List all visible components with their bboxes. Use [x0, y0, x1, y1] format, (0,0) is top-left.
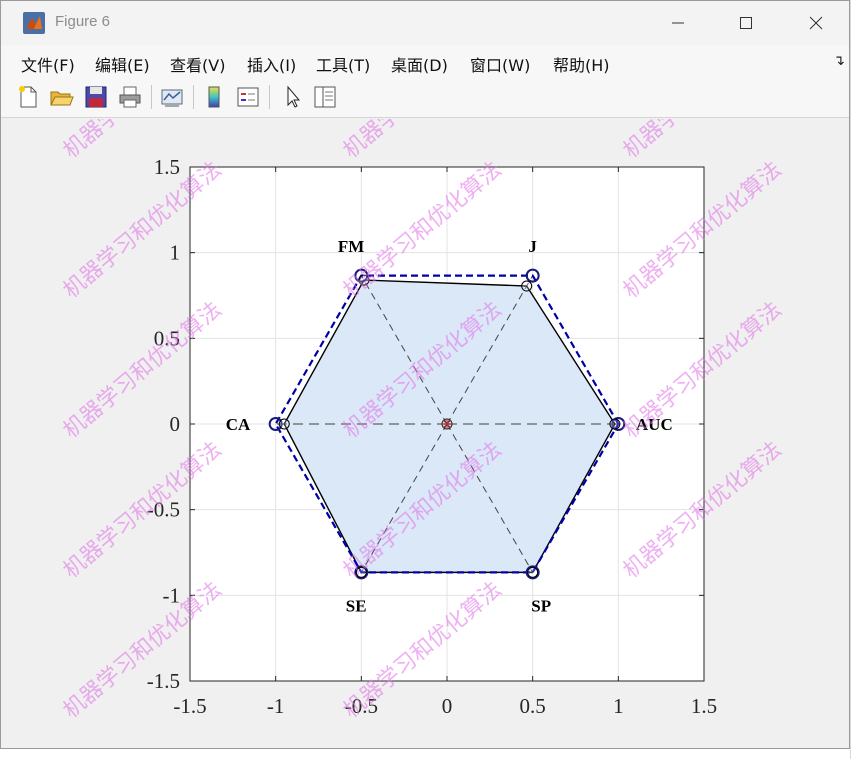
data-point [521, 280, 533, 292]
menu-help[interactable]: 帮助(H) [553, 52, 610, 76]
y-tick-label: 1.5 [154, 155, 180, 179]
center-star [442, 419, 452, 429]
menu-insert[interactable]: 插入(I) [247, 52, 296, 76]
pointer-icon[interactable] [280, 84, 306, 110]
toolbar-separator [151, 85, 152, 109]
title-bar[interactable]: Figure 6 [1, 1, 849, 45]
menu-edit[interactable]: 编辑(E) [95, 52, 150, 76]
data-point [527, 566, 539, 578]
x-tick-label: 1 [613, 694, 624, 718]
data-point [278, 418, 290, 430]
menu-desktop[interactable]: 桌面(D) [391, 52, 448, 76]
figure-window: Figure 6 文件(F) 编辑(E) 查看(V) 插入(I) 工具(T) 桌… [0, 0, 850, 749]
close-button[interactable] [793, 7, 839, 39]
menu-tools[interactable]: 工具(T) [316, 52, 370, 76]
menu-bar: 文件(F) 编辑(E) 查看(V) 插入(I) 工具(T) 桌面(D) 窗口(W… [1, 45, 849, 79]
matlab-icon [23, 12, 45, 34]
menu-view[interactable]: 查看(V) [170, 52, 225, 76]
x-tick-label: 0 [442, 694, 453, 718]
minimize-button[interactable] [655, 7, 701, 39]
radar-chart: AUCJFMCASE SP-1.5 -1 -0.5 0 0.5 1 1.51.510.50-0… [58, 16, 786, 722]
open-icon[interactable] [48, 84, 74, 110]
radar-axis-label: FM [338, 237, 364, 256]
menu-window[interactable]: 窗口(W) [470, 52, 530, 76]
print-icon[interactable] [117, 84, 143, 110]
colorbar-icon[interactable] [201, 84, 227, 110]
toolbar-separator [269, 85, 270, 109]
legend-icon[interactable] [235, 84, 261, 110]
figure-toolbar [1, 79, 849, 118]
background-window-edge [850, 0, 862, 759]
close-icon [809, 16, 823, 30]
window-title: Figure 6 [55, 13, 111, 30]
watermark-text: 机器学习和优化算法 [338, 119, 506, 163]
y-tick-label: -1.5 [147, 669, 180, 693]
minimize-icon [672, 22, 684, 24]
watermark-text: 机器学习和优化算法 [618, 119, 786, 163]
property-inspector-icon[interactable] [312, 84, 338, 110]
maximize-icon [740, 17, 752, 29]
menu-file[interactable]: 文件(F) [21, 52, 75, 76]
radar-axis-label: CA [226, 415, 251, 434]
new-figure-icon[interactable] [15, 84, 41, 110]
link-plot-icon[interactable] [159, 84, 185, 110]
x-tick-label: -1.5 [173, 694, 206, 718]
save-icon[interactable] [83, 84, 109, 110]
radar-axis-label: SP [531, 597, 551, 616]
maximize-button[interactable] [723, 7, 769, 39]
watermark-text: 机器学习和优化算法 [58, 119, 226, 163]
x-tick-label: -1 [267, 694, 285, 718]
dock-arrow-icon[interactable]: ↴ [833, 53, 845, 69]
radar-axis-label: SE [346, 597, 367, 616]
radar-axis-label: J [528, 237, 537, 256]
y-tick-label: 1 [170, 241, 181, 265]
x-tick-label: 1.5 [691, 694, 717, 718]
y-tick-label: 0 [170, 412, 181, 436]
figure-canvas[interactable]: AUC J FM CA SE SP -1.5 -1 -0.5 0 0.5 1 1.5 1.5 1 0.5 0 -0… [11, 16, 839, 731]
toolbar-separator [193, 85, 194, 109]
x-tick-label: 0.5 [520, 694, 546, 718]
